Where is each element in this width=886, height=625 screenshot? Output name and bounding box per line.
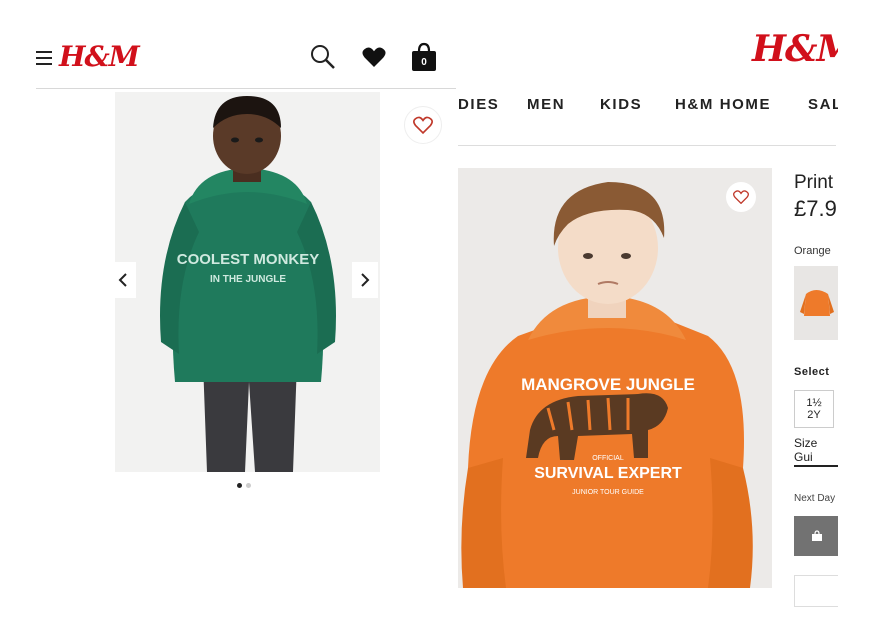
store-availability-box[interactable] bbox=[794, 575, 838, 607]
print-line-mangrove: MANGROVE JUNGLE bbox=[521, 375, 695, 394]
print-line-official: OFFICIAL bbox=[592, 455, 624, 462]
nav-item-kids[interactable]: KIDS bbox=[600, 96, 642, 113]
header-divider bbox=[36, 88, 456, 89]
chevron-left-icon bbox=[118, 273, 127, 287]
favorite-heart-button[interactable] bbox=[726, 182, 756, 212]
desktop-product-page: H&M DIES MEN KIDS H&M HOME SAL bbox=[458, 0, 838, 625]
previous-image-button[interactable] bbox=[110, 262, 136, 298]
green-hoodie-child-illustration: COOLEST MONKEY IN THE JUNGLE bbox=[115, 92, 380, 472]
pagination-dot[interactable] bbox=[246, 483, 251, 488]
orange-hoodie-thumbnail bbox=[800, 290, 834, 316]
pagination-dot[interactable] bbox=[237, 483, 242, 488]
print-line-coolest: COOLEST MONKEY bbox=[177, 251, 320, 268]
nav-item-sale[interactable]: SAL bbox=[808, 96, 838, 113]
nav-item-hm-home[interactable]: H&M HOME bbox=[675, 96, 771, 113]
size-option-button[interactable]: 1½ 2Y bbox=[794, 390, 834, 428]
heart-outline-icon bbox=[413, 116, 433, 134]
next-image-button[interactable] bbox=[352, 262, 378, 298]
bag-item-count: 0 bbox=[421, 57, 427, 68]
product-title: Print bbox=[794, 172, 834, 193]
hamburger-menu-icon[interactable] bbox=[36, 51, 52, 65]
favorite-heart-button[interactable] bbox=[404, 106, 442, 144]
print-line-jungle: IN THE JUNGLE bbox=[210, 274, 286, 285]
product-image-green-hoodie[interactable]: COOLEST MONKEY IN THE JUNGLE bbox=[115, 92, 380, 472]
bag-icon bbox=[812, 530, 822, 541]
color-swatch-orange[interactable] bbox=[794, 266, 838, 340]
chevron-right-icon bbox=[361, 273, 370, 287]
select-size-label: Select bbox=[794, 366, 830, 378]
next-day-delivery-text: Next Day bbox=[794, 493, 836, 504]
hm-logo[interactable]: H&M bbox=[752, 28, 838, 70]
product-image-orange-hoodie[interactable]: MANGROVE JUNGLE OFFICIAL SURVIVAL EXPERT… bbox=[458, 168, 772, 588]
search-icon[interactable] bbox=[310, 44, 336, 70]
add-to-bag-button[interactable] bbox=[794, 516, 838, 556]
nav-item-men[interactable]: MEN bbox=[527, 96, 565, 113]
product-price: £7.9 bbox=[794, 196, 837, 221]
size-guide-link[interactable]: Size Gui bbox=[794, 436, 838, 467]
mobile-product-page: H&M 0 COOLEST MONKEY IN THE JUNGLE bbox=[0, 0, 458, 625]
favorites-heart-icon[interactable] bbox=[361, 46, 387, 68]
shopping-bag-button[interactable]: 0 bbox=[410, 42, 438, 72]
nav-item-ladies[interactable]: DIES bbox=[458, 96, 499, 113]
category-nav: DIES MEN KIDS H&M HOME SAL bbox=[458, 96, 838, 118]
image-pagination-dots bbox=[237, 483, 261, 489]
hm-logo[interactable]: H&M bbox=[59, 40, 140, 73]
orange-hoodie-child-illustration: MANGROVE JUNGLE OFFICIAL SURVIVAL EXPERT… bbox=[458, 168, 772, 588]
nav-divider bbox=[458, 145, 836, 146]
color-label: Orange bbox=[794, 245, 831, 257]
mobile-header: H&M 0 bbox=[36, 38, 456, 88]
print-line-survival: SURVIVAL EXPERT bbox=[534, 465, 682, 482]
print-line-junior: JUNIOR TOUR GUIDE bbox=[572, 489, 644, 496]
heart-outline-icon bbox=[733, 190, 749, 204]
